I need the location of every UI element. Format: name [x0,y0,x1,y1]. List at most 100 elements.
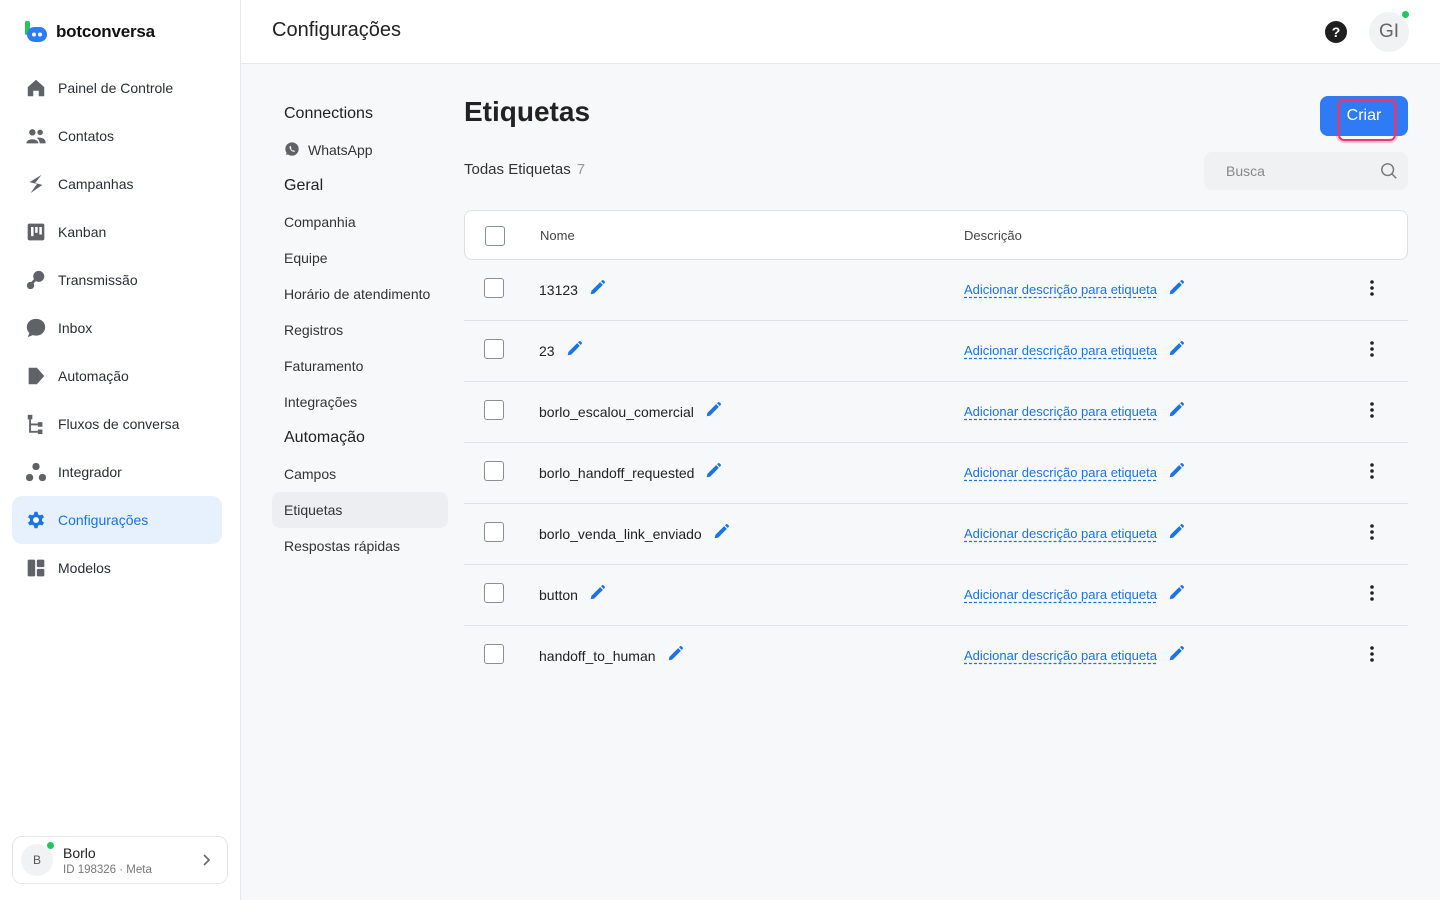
subnav-item-respostas[interactable]: Respostas rápidas [272,528,448,564]
subnav-item-faturamento[interactable]: Faturamento [272,348,448,384]
nav-label: Fluxos de conversa [58,416,180,432]
table-row: handoff_to_human Adicionar descrição par… [464,626,1408,687]
add-description-link[interactable]: Adicionar descrição para etiqueta [964,282,1157,297]
add-description-link[interactable]: Adicionar descrição para etiqueta [964,587,1157,602]
edit-pencil-icon[interactable] [565,340,583,361]
edit-pencil-icon[interactable] [1167,462,1185,483]
user-avatar[interactable]: GI [1369,10,1410,52]
more-options-icon[interactable] [1362,583,1382,603]
search-input[interactable] [1204,152,1364,190]
row-checkbox[interactable] [484,278,504,298]
tag-name: button [539,586,578,603]
subnav-item-campos[interactable]: Campos [272,456,448,492]
nav-label: Transmissão [58,272,138,288]
table-row: borlo_escalou_comercial Adicionar descri… [464,382,1408,443]
subnav-item-integracoes[interactable]: Integrações [272,384,448,420]
row-checkbox[interactable] [484,400,504,420]
table-row: 23 Adicionar descrição para etiqueta [464,321,1408,382]
row-checkbox[interactable] [484,644,504,664]
home-icon [24,76,48,100]
edit-pencil-icon[interactable] [1167,523,1185,544]
nav-item-contatos[interactable]: Contatos [12,112,222,160]
account-initial: B [32,853,41,867]
subnav-section-title: Geral [284,177,324,194]
nav-item-painel[interactable]: Painel de Controle [12,64,222,112]
nav-item-configuracoes[interactable]: Configurações [12,496,222,544]
add-description-link[interactable]: Adicionar descrição para etiqueta [964,648,1157,663]
nav-label: Inbox [58,320,93,336]
nav-item-fluxos[interactable]: Fluxos de conversa [12,400,222,448]
nav-item-inbox[interactable]: Inbox [12,304,222,352]
templates-icon [24,556,48,580]
edit-pencil-icon[interactable] [666,645,684,666]
edit-pencil-icon[interactable] [1167,645,1185,666]
edit-pencil-icon[interactable] [1167,279,1185,300]
nav-item-integrador[interactable]: Integrador [12,448,222,496]
edit-pencil-icon[interactable] [704,462,722,483]
nav-item-transmissao[interactable]: Transmissão [12,256,222,304]
subnav-item-horario[interactable]: Horário de atendimento [272,276,448,312]
subnav-item-equipe[interactable]: Equipe [272,240,448,276]
tags-table-body: 13123 Adicionar descrição para etiqueta … [464,260,1408,687]
more-options-icon[interactable] [1362,400,1382,420]
row-checkbox[interactable] [484,461,504,481]
brand-logo[interactable]: botconversa [24,20,155,44]
edit-pencil-icon[interactable] [1167,340,1185,361]
gear-icon [24,508,48,532]
edit-pencil-icon[interactable] [588,279,606,300]
search-icon[interactable] [1380,162,1398,185]
edit-pencil-icon[interactable] [1167,401,1185,422]
nav-item-kanban[interactable]: Kanban [12,208,222,256]
row-checkbox[interactable] [484,522,504,542]
add-description-link[interactable]: Adicionar descrição para etiqueta [964,465,1157,480]
row-checkbox[interactable] [484,339,504,359]
select-all-checkbox[interactable] [485,226,505,246]
column-header-name: Nome [540,228,575,243]
tag-name: 23 [539,342,555,359]
row-checkbox[interactable] [484,583,504,603]
help-icon[interactable]: ? [1325,21,1347,43]
subnav-section-title: Connections [284,105,373,122]
integrator-icon [24,460,48,484]
more-options-icon[interactable] [1362,644,1382,664]
subnav-item-registros[interactable]: Registros [272,312,448,348]
automation-icon [24,364,48,388]
section-title: Etiquetas [464,96,591,127]
edit-pencil-icon[interactable] [712,523,730,544]
table-row: button Adicionar descrição para etiqueta [464,565,1408,626]
tag-name: 13123 [539,281,578,298]
nav-item-modelos[interactable]: Modelos [12,544,222,592]
more-options-icon[interactable] [1362,278,1382,298]
subnav-item-whatsapp[interactable]: WhatsApp [272,132,448,168]
edit-pencil-icon[interactable] [1167,584,1185,605]
tag-name: handoff_to_human [539,647,656,664]
main-nav: Painel de Controle Contatos Campanhas Ka… [12,64,222,592]
edit-pencil-icon[interactable] [588,584,606,605]
tag-name: borlo_venda_link_enviado [539,525,702,542]
user-initials: GI [1378,21,1400,42]
account-id: ID 198326 · Meta [63,863,152,876]
nav-label: Painel de Controle [58,80,174,96]
account-switcher[interactable]: B Borlo ID 198326 · Meta [12,836,228,884]
account-name: Borlo [63,844,96,861]
kanban-icon [24,220,48,244]
add-description-link[interactable]: Adicionar descrição para etiqueta [964,526,1157,541]
create-button[interactable]: Criar [1320,96,1408,141]
table-row: borlo_handoff_requested Adicionar descri… [464,443,1408,504]
subnav-item-etiquetas[interactable]: Etiquetas [272,492,448,528]
nav-item-campanhas[interactable]: Campanhas [12,160,222,208]
edit-pencil-icon[interactable] [704,401,722,422]
nav-label: Automação [58,368,129,384]
tag-name: borlo_escalou_comercial [539,403,694,420]
search-box [1204,152,1408,190]
add-description-link[interactable]: Adicionar descrição para etiqueta [964,404,1157,419]
nav-label: Campanhas [58,176,134,192]
subnav-label: WhatsApp [308,142,373,158]
subnav-item-companhia[interactable]: Companhia [272,204,448,240]
table-row: borlo_venda_link_enviado Adicionar descr… [464,504,1408,565]
more-options-icon[interactable] [1362,461,1382,481]
more-options-icon[interactable] [1362,522,1382,542]
nav-item-automacao[interactable]: Automação [12,352,222,400]
add-description-link[interactable]: Adicionar descrição para etiqueta [964,343,1157,358]
more-options-icon[interactable] [1362,339,1382,359]
